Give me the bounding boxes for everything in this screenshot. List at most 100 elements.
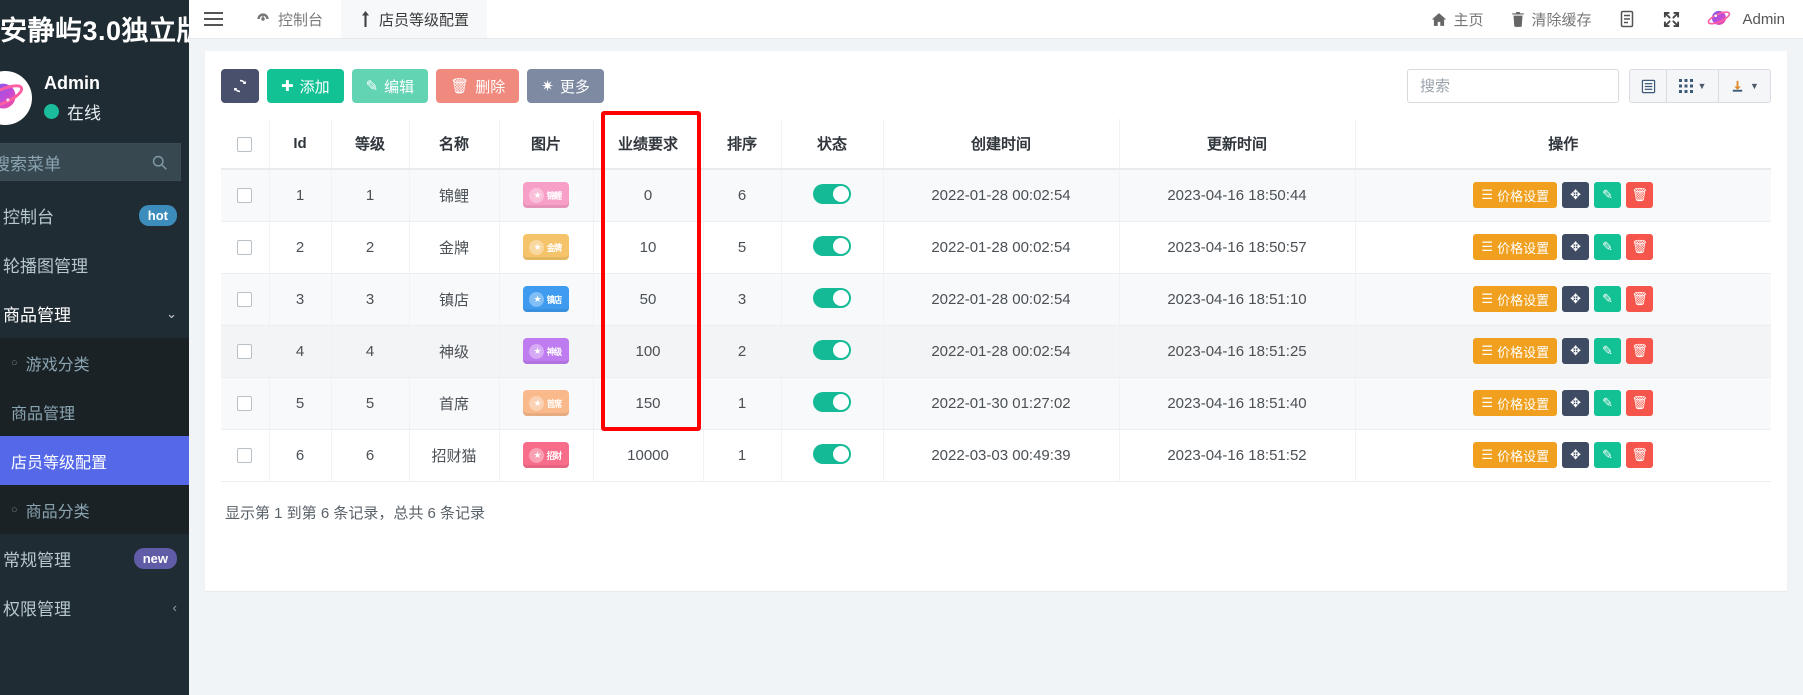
price-setting-button[interactable]: ☰ 价格设置 [1473, 390, 1557, 416]
level-badge-image: ★ 首席 [523, 390, 569, 416]
table-row[interactable]: 2 2 金牌 ★ 金牌 10 5 [221, 221, 1771, 273]
edit-button[interactable]: ✎ 编辑 [352, 69, 429, 103]
row-checkbox[interactable] [237, 448, 252, 463]
cell-id: 6 [269, 429, 331, 481]
navbar-user[interactable]: Admin [1693, 6, 1795, 32]
status-toggle[interactable] [813, 392, 851, 412]
row-edit-button[interactable]: ✎ [1594, 234, 1621, 260]
move-button[interactable]: ✥ [1562, 286, 1589, 312]
cell-sort: 3 [703, 273, 781, 325]
col-performance-requirement[interactable]: 业绩要求 [593, 119, 703, 169]
cell-status [781, 273, 883, 325]
table-row[interactable]: 6 6 招财猫 ★ 招财 10000 1 [221, 429, 1771, 481]
sidebar-item-label: 轮播图管理 [3, 252, 177, 277]
row-edit-button[interactable]: ✎ [1594, 338, 1621, 364]
row-edit-button[interactable]: ✎ [1594, 390, 1621, 416]
col-status[interactable]: 状态 [781, 119, 883, 169]
table-row[interactable]: 3 3 镇店 ★ 镇店 50 3 [221, 273, 1771, 325]
pencil-icon: ✎ [1602, 187, 1613, 203]
add-button[interactable]: ✚ 添加 [267, 69, 344, 103]
tab-console[interactable]: 控制台 [237, 0, 341, 38]
bullet-icon: ○ [11, 504, 18, 516]
sidebar-item-game-category[interactable]: ○ 游戏分类 [0, 338, 189, 387]
row-edit-button[interactable]: ✎ [1594, 182, 1621, 208]
col-level[interactable]: 等级 [331, 119, 409, 169]
row-delete-button[interactable]: 🗑 [1626, 390, 1653, 416]
status-toggle[interactable] [813, 444, 851, 464]
row-delete-button[interactable]: 🗑 [1626, 338, 1653, 364]
sidebar-item-permission-mgmt[interactable]: 权限管理 ‹ [0, 583, 189, 632]
price-setting-button[interactable]: ☰ 价格设置 [1473, 182, 1557, 208]
sidebar-item-console[interactable]: 控制台 hot [0, 191, 189, 240]
move-button[interactable]: ✥ [1562, 338, 1589, 364]
move-button[interactable]: ✥ [1562, 234, 1589, 260]
row-checkbox[interactable] [237, 188, 252, 203]
hamburger-icon[interactable] [189, 0, 237, 38]
main-area: 控制台 店员等级配置 [189, 0, 1803, 695]
row-checkbox[interactable] [237, 240, 252, 255]
sidebar-item-general-mgmt[interactable]: 常规管理 new [0, 534, 189, 583]
row-delete-button[interactable]: 🗑 [1626, 234, 1653, 260]
col-updated-time[interactable]: 更新时间 [1119, 119, 1355, 169]
row-delete-button[interactable]: 🗑 [1626, 182, 1653, 208]
move-button[interactable]: ✥ [1562, 442, 1589, 468]
sidebar-item-goods-category[interactable]: ○ 商品分类 [0, 485, 189, 534]
status-toggle[interactable] [813, 236, 851, 256]
col-created-time[interactable]: 创建时间 [883, 119, 1119, 169]
row-delete-button[interactable]: 🗑 [1626, 442, 1653, 468]
price-setting-button[interactable]: ☰ 价格设置 [1473, 338, 1557, 364]
row-edit-button[interactable]: ✎ [1594, 286, 1621, 312]
search-input[interactable] [1407, 69, 1619, 103]
status-toggle[interactable] [813, 288, 851, 308]
cell-level: 1 [331, 169, 409, 221]
status-toggle[interactable] [813, 184, 851, 204]
price-setting-button[interactable]: ☰ 价格设置 [1473, 234, 1557, 260]
fullscreen-icon[interactable] [1649, 0, 1693, 39]
cell-updated: 2023-04-16 18:51:10 [1119, 273, 1355, 325]
notes-icon[interactable] [1605, 0, 1649, 39]
table-row[interactable]: 5 5 首席 ★ 首席 150 1 [221, 377, 1771, 429]
sidebar-item-goods-mgmt[interactable]: 商品管理 [0, 387, 189, 436]
level-badge-image: ★ 招财 [523, 442, 569, 468]
col-id[interactable]: Id [269, 119, 331, 169]
col-name[interactable]: 名称 [409, 119, 499, 169]
move-button[interactable]: ✥ [1562, 182, 1589, 208]
export-icon[interactable]: ▼ [1719, 69, 1771, 103]
sidebar-item-staff-level-config[interactable]: 店员等级配置 [0, 436, 189, 485]
row-checkbox[interactable] [237, 292, 252, 307]
badge-hot: hot [139, 205, 177, 226]
nav-clear-cache-link[interactable]: 清除缓存 [1497, 0, 1605, 39]
list-icon: ☰ [1481, 343, 1493, 359]
tab-staff-level-config[interactable]: 店员等级配置 [341, 0, 487, 38]
chevron-left-icon: ‹ [173, 600, 177, 615]
price-setting-button[interactable]: ☰ 价格设置 [1473, 442, 1557, 468]
sidebar-search-box[interactable]: 搜索菜单 [0, 143, 181, 181]
cell-level: 6 [331, 429, 409, 481]
col-sort[interactable]: 排序 [703, 119, 781, 169]
more-button[interactable]: ✷ 更多 [527, 69, 604, 103]
pencil-icon: ✎ [366, 77, 379, 95]
nav-home-link[interactable]: 主页 [1417, 0, 1497, 39]
delete-button[interactable]: 🗑 删除 [436, 69, 519, 103]
sidebar-item-product-mgmt[interactable]: 商品管理 ⌄ [0, 289, 189, 338]
table-row[interactable]: 4 4 神级 ★ 神级 100 2 [221, 325, 1771, 377]
price-setting-label: 价格设置 [1497, 394, 1549, 413]
refresh-button[interactable] [221, 69, 259, 103]
row-edit-button[interactable]: ✎ [1594, 442, 1621, 468]
table-row[interactable]: 1 1 锦鲤 ★ 锦鲤 0 6 [221, 169, 1771, 221]
row-checkbox[interactable] [237, 396, 252, 411]
select-all-checkbox[interactable] [237, 137, 252, 152]
row-select-cell [221, 273, 269, 325]
move-button[interactable]: ✥ [1562, 390, 1589, 416]
price-setting-button[interactable]: ☰ 价格设置 [1473, 286, 1557, 312]
row-delete-button[interactable]: 🗑 [1626, 286, 1653, 312]
sidebar-search-placeholder: 搜索菜单 [0, 150, 61, 175]
sidebar-item-carousel[interactable]: 轮播图管理 [0, 240, 189, 289]
status-toggle[interactable] [813, 340, 851, 360]
cell-created: 2022-01-28 00:02:54 [883, 273, 1119, 325]
list-view-icon[interactable] [1629, 69, 1667, 103]
row-checkbox[interactable] [237, 344, 252, 359]
cell-operations: ☰ 价格设置 ✥ ✎ 🗑 [1355, 325, 1771, 377]
columns-icon[interactable]: ▼ [1667, 69, 1719, 103]
col-image[interactable]: 图片 [499, 119, 593, 169]
